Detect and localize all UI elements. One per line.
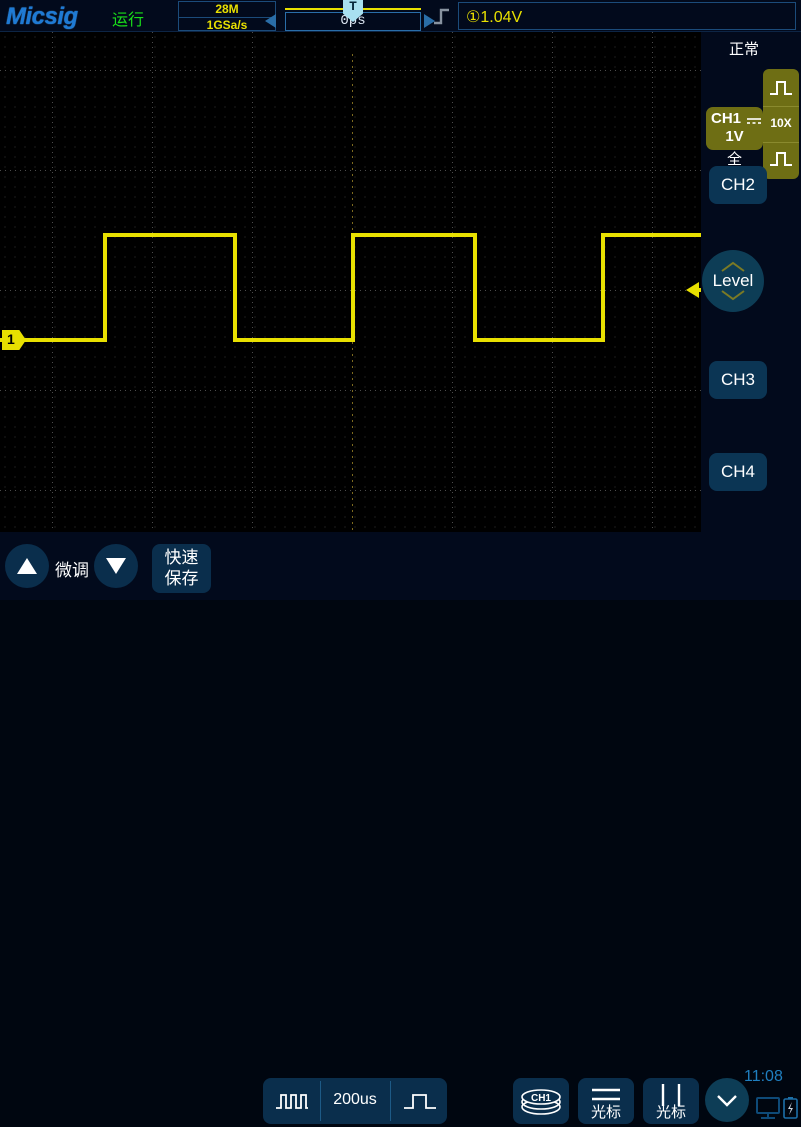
horizontal-cursor-button[interactable]: 光标 <box>578 1078 634 1124</box>
timebase-control-group: 200us <box>263 1078 447 1124</box>
triangle-up-icon <box>17 558 37 574</box>
vertical-cursor-label: 光标 <box>655 1104 686 1121</box>
trigger-level-knob[interactable]: Level <box>702 250 764 312</box>
trigger-mode-label[interactable]: 正常 <box>713 38 775 59</box>
system-clock: 11:08 <box>744 1068 783 1085</box>
fine-up-button[interactable] <box>5 544 49 588</box>
timebase-scale-value[interactable]: 200us <box>320 1091 390 1109</box>
battery-charging-icon <box>783 1097 798 1119</box>
probe-pulse-icon-bottom[interactable] <box>769 148 793 175</box>
sidebar-item-ch3[interactable]: CH3 <box>709 361 767 399</box>
fine-down-button[interactable] <box>94 544 138 588</box>
trigger-slope-icon[interactable] <box>432 6 452 31</box>
acquisition-info[interactable]: 28M 1GSa/s <box>178 1 276 32</box>
channel1-ground-line <box>24 338 46 341</box>
brand-logo: Micsig <box>6 3 78 30</box>
quick-save-button[interactable]: 快速 保存 <box>152 544 211 593</box>
expand-menu-button[interactable] <box>705 1078 749 1122</box>
channel-select-button[interactable]: CH1 <box>513 1078 569 1124</box>
vertical-cursor-button[interactable]: 光标 <box>643 1078 699 1124</box>
sidebar-item-ch4[interactable]: CH4 <box>709 453 767 491</box>
sample-rate-value: 1GSa/s <box>179 17 275 32</box>
ch1-waveform <box>0 233 701 342</box>
channel1-scale: 1V <box>725 128 744 145</box>
run-state-label[interactable]: 运行 <box>112 6 144 30</box>
timebase-zoom-out-button[interactable] <box>275 1089 309 1118</box>
trigger-info-box[interactable]: ①1.04V <box>458 2 796 30</box>
channel1-label: CH1 <box>711 110 742 127</box>
timebase-zoom-in-button[interactable] <box>403 1089 437 1118</box>
monitor-icon <box>756 1097 780 1119</box>
quick-save-label-line2: 保存 <box>164 569 199 588</box>
quick-save-label-line1: 快速 <box>164 548 199 567</box>
status-icon-group <box>756 1096 798 1127</box>
top-status-bar: Micsig 运行 28M 1GSa/s 0ps ①1.04V <box>0 0 801 32</box>
probe-pulse-icon-top[interactable] <box>769 77 793 104</box>
ch1-stack-icon: CH1 <box>518 1086 564 1121</box>
channel1-button[interactable]: CH1 1V <box>706 107 763 150</box>
trigger-level-line <box>692 288 701 292</box>
probe-ratio-value: 10X <box>770 116 792 130</box>
probe-attenuation-control[interactable]: 10X <box>763 69 799 179</box>
chevron-down-icon <box>717 1095 737 1107</box>
trigger-level-value: ①1.04V <box>466 9 523 26</box>
oscilloscope-screen: Micsig 运行 28M 1GSa/s 0ps ①1.04V <box>0 0 801 1124</box>
triangle-down-icon <box>106 558 126 574</box>
horizontal-cursor-label: 光标 <box>590 1104 621 1121</box>
bottom-toolbar: 微调 200us CH1 光标 光标 11:08 <box>0 532 801 1124</box>
fine-tune-label: 微调 <box>55 561 89 580</box>
svg-text:CH1: CH1 <box>531 1093 551 1104</box>
waveform-display[interactable]: 1 <box>0 32 701 532</box>
memory-depth-value: 28M <box>215 2 239 16</box>
sidebar-item-ch2[interactable]: CH2 <box>709 166 767 204</box>
timebase-left-arrow-icon[interactable] <box>265 14 276 28</box>
